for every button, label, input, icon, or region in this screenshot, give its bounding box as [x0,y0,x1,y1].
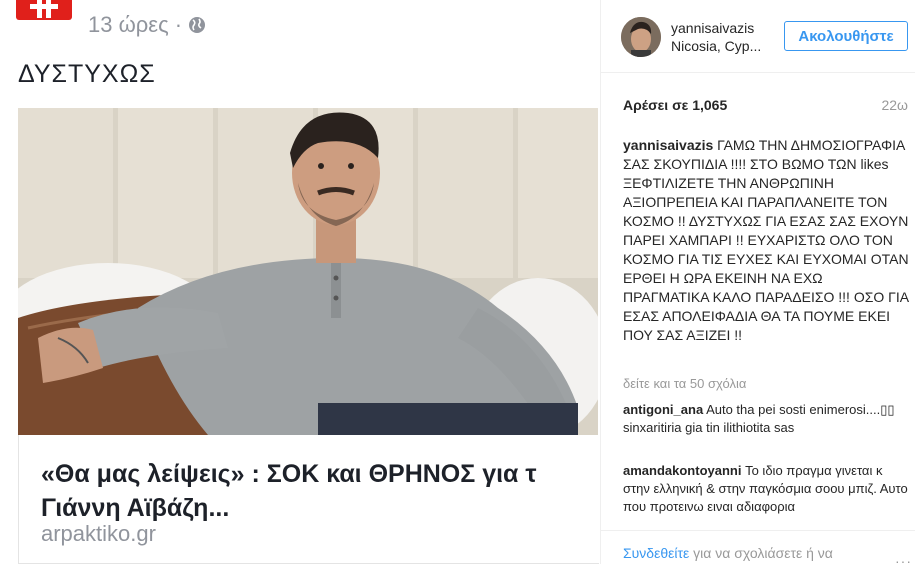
comment-username[interactable]: amandakontoyanni [623,463,741,478]
link-domain: arpaktiko.gr [41,521,156,546]
page-logo[interactable] [16,0,72,20]
avatar[interactable] [621,17,661,57]
login-prompt-text: για να σχολιάσετε ή να [689,545,833,561]
login-prompt: Συνδεθείτε για να σχολιάσετε ή να [623,545,833,561]
comment-item: antigoni_ana Auto tha pei sosti enimeros… [623,401,909,437]
link-title[interactable]: «Θα μας λείψεις» : ΣΟΚ και ΘΡΗΝΟΣ για τ … [41,457,600,525]
instagram-panel: yannisaivazis Nicosia, Cyp... Ακολουθήστ… [600,0,915,569]
logo-mark-icon [30,0,58,18]
location[interactable]: Nicosia, Cyp... [671,38,761,54]
view-all-comments-link[interactable]: δείτε και τα 50 σχόλια [623,376,746,391]
post-age[interactable]: 22ω [881,97,908,113]
caption-username[interactable]: yannisaivazis [623,137,713,153]
comment-username[interactable]: antigoni_ana [623,402,703,417]
comment-footer: Συνδεθείτε για να σχολιάσετε ή να ··· [601,530,915,569]
follow-button[interactable]: Ακολουθήστε [784,21,908,51]
man-on-bed-photo [18,108,598,435]
post-text: ΔΥΣΤΥΧΩΣ [18,60,156,88]
post-caption: yannisaivazis ΓΑΜΩ ΤΗΝ ΔΗΜΟΣΙΟΓΡΑΦΙΑ ΣΑΣ… [623,136,909,345]
post-timestamp[interactable]: 13 ώρες · [88,12,206,38]
shared-link-image[interactable] [18,108,598,435]
caption-text: ΓΑΜΩ ΤΗΝ ΔΗΜΟΣΙΟΓΡΑΦΙΑ ΣΑΣ ΣΚΟΥΠΙΔΙΑ !!!… [623,137,909,343]
link-title-line-1[interactable]: «Θα μας λείψεις» : ΣΟΚ και ΘΡΗΝΟΣ για τ [41,457,600,491]
comment-item: amandakontoyanni Το ιδιο πραγμα γινεται … [623,462,909,516]
username[interactable]: yannisaivazis [671,20,754,36]
user-avatar-icon [621,17,661,57]
shared-link-preview[interactable]: «Θα μας λείψεις» : ΣΟΚ και ΘΡΗΝΟΣ για τ … [18,435,599,564]
more-options-icon[interactable]: ··· [895,553,912,569]
facebook-post: 13 ώρες · ΔΥΣΤΥΧΩΣ «Θα μας λείψεις»: ΣΟ… [0,0,600,564]
post-header: yannisaivazis Nicosia, Cyp... Ακολουθήστ… [601,0,915,73]
like-count[interactable]: Αρέσει σε 1,065 [623,97,727,113]
post-time[interactable]: 13 ώρες · [88,12,182,38]
globe-icon [189,17,206,33]
login-link[interactable]: Συνδεθείτε [623,545,689,561]
link-title-line-2[interactable]: Γιάννη Αϊβάζη... [41,491,600,525]
